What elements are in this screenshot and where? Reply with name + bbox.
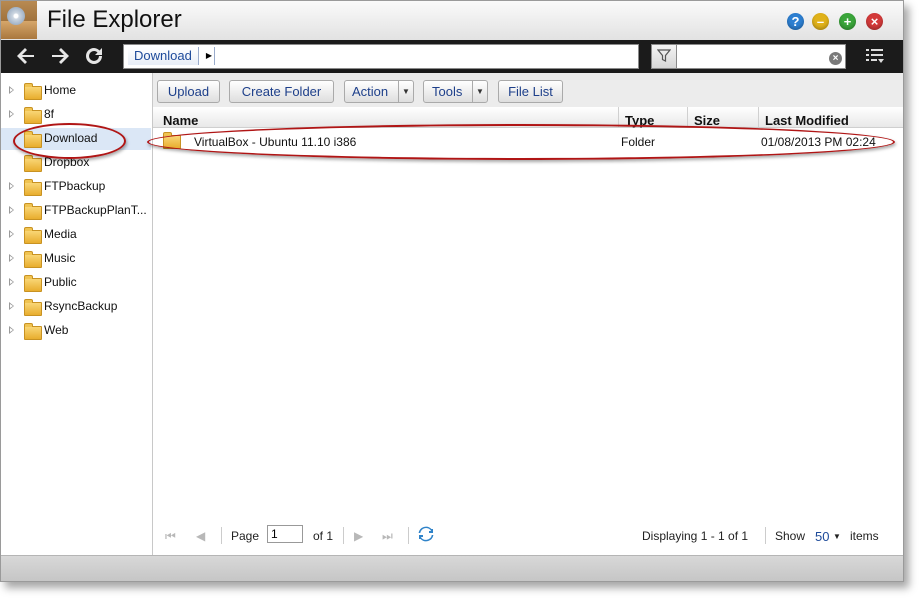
folder-icon — [24, 275, 42, 292]
displaying-status: Displaying 1 - 1 of 1 — [642, 529, 749, 543]
tree-item-home[interactable]: Home — [1, 80, 151, 102]
chevron-down-icon[interactable]: ▼ — [398, 81, 413, 102]
grid-header: Name Type Size Last Modified — [153, 107, 903, 128]
address-bar[interactable]: Download ▶ — [123, 44, 639, 69]
tools-menu-button[interactable]: Tools ▼ — [423, 80, 488, 103]
tree-item-media[interactable]: Media — [1, 224, 151, 246]
table-row[interactable]: VirtualBox - Ubuntu 11.10 i386 Folder 01… — [153, 129, 893, 153]
chevron-down-icon[interactable]: ▼ — [833, 532, 841, 541]
tree-item-web[interactable]: Web — [1, 320, 151, 342]
funnel-icon — [657, 49, 671, 62]
help-button[interactable]: ? — [787, 13, 804, 30]
tree-item-music[interactable]: Music — [1, 248, 151, 270]
folder-icon — [24, 131, 42, 148]
folder-icon — [24, 203, 42, 220]
app-logo-icon — [1, 1, 37, 39]
action-bar: Upload Create Folder Action ▼ Tools ▼ Fi… — [153, 73, 903, 107]
page-label: Page — [231, 529, 260, 543]
breadcrumb-arrow-icon[interactable]: ▶ — [204, 47, 215, 65]
tree-item-label: Web — [44, 323, 69, 337]
tree-item-dropbox[interactable]: Dropbox — [1, 152, 151, 174]
previous-page-icon[interactable]: ◀ — [196, 529, 205, 543]
last-page-icon[interactable]: ⏭ — [382, 529, 393, 544]
tree-item-label: RsyncBackup — [44, 299, 118, 313]
tree-item-label: 8f — [44, 107, 55, 121]
folder-icon — [24, 83, 42, 100]
page-count: of 1 — [313, 529, 334, 543]
row-type: Folder — [621, 135, 656, 149]
folder-icon — [24, 323, 42, 340]
folder-icon — [24, 155, 42, 172]
refresh-grid-icon[interactable] — [418, 526, 434, 542]
first-page-icon[interactable]: ⏮ — [165, 529, 176, 544]
items-label: items — [850, 529, 879, 543]
breadcrumb-download[interactable]: Download — [128, 47, 199, 65]
window-title: File Explorer — [47, 6, 182, 33]
tools-label: Tools — [432, 84, 463, 99]
column-last-modified[interactable]: Last Modified — [765, 113, 849, 128]
tree-item-rsyncbackup[interactable]: RsyncBackup — [1, 296, 151, 318]
next-page-icon[interactable]: ▶ — [354, 529, 363, 543]
folder-tree: Home 8f Download Dropbox FTPbackup FTPBa… — [1, 73, 153, 555]
expand-arrow-icon[interactable] — [9, 302, 14, 310]
forward-arrow-icon[interactable] — [47, 44, 73, 68]
tree-item-label: Music — [44, 251, 76, 265]
page-number-input[interactable]: 1 — [267, 525, 303, 543]
file-explorer-window: File Explorer ? – + × Download ▶ × Home … — [0, 0, 904, 582]
folder-icon — [24, 227, 42, 244]
expand-arrow-icon[interactable] — [9, 254, 14, 262]
tree-item-label: Media — [44, 227, 77, 241]
tree-item-label: Download — [44, 131, 98, 145]
folder-icon — [24, 251, 42, 268]
minimize-button[interactable]: – — [812, 13, 829, 30]
list-view-icon[interactable] — [865, 47, 885, 65]
expand-arrow-icon[interactable] — [9, 110, 14, 118]
tree-item-label: FTPbackup — [44, 179, 106, 193]
row-last-modified: 01/08/2013 PM 02:24 — [761, 135, 876, 149]
upload-button[interactable]: Upload — [157, 80, 220, 103]
expand-arrow-icon[interactable] — [9, 86, 14, 94]
expand-arrow-icon[interactable] — [9, 278, 14, 286]
column-type[interactable]: Type — [625, 113, 654, 128]
filter-button[interactable] — [651, 44, 677, 69]
row-name: VirtualBox - Ubuntu 11.10 i386 — [194, 135, 357, 149]
back-arrow-icon[interactable] — [13, 44, 39, 68]
clear-search-icon[interactable]: × — [829, 52, 842, 65]
tree-item-label: Home — [44, 83, 77, 97]
file-list-panel: Upload Create Folder Action ▼ Tools ▼ Fi… — [153, 73, 903, 555]
close-button[interactable]: × — [866, 13, 883, 30]
expand-arrow-icon[interactable] — [9, 182, 14, 190]
file-list-button[interactable]: File List — [498, 80, 563, 103]
folder-icon — [24, 299, 42, 316]
expand-arrow-icon[interactable] — [9, 206, 14, 214]
tree-item-8f[interactable]: 8f — [1, 104, 151, 126]
action-label: Action — [352, 84, 389, 99]
tree-item-label: FTPBackupPlanT... — [44, 203, 147, 217]
chevron-down-icon[interactable]: ▼ — [472, 81, 487, 102]
column-size[interactable]: Size — [694, 113, 720, 128]
action-menu-button[interactable]: Action ▼ — [344, 80, 414, 103]
tree-item-ftpbackup[interactable]: FTPbackup — [1, 176, 151, 198]
create-folder-button[interactable]: Create Folder — [229, 80, 334, 103]
tree-item-label: Public — [44, 275, 77, 289]
status-bar — [1, 555, 903, 581]
pagination-bar: ⏮ ◀ Page 1 of 1 ▶ ⏭ Displaying 1 - 1 of … — [153, 521, 903, 551]
expand-arrow-icon[interactable] — [9, 326, 14, 334]
tree-item-public[interactable]: Public — [1, 272, 151, 294]
title-bar: File Explorer ? – + × — [1, 1, 903, 40]
tree-item-label: Dropbox — [44, 155, 90, 169]
maximize-button[interactable]: + — [839, 13, 856, 30]
tree-item-download[interactable]: Download — [1, 128, 151, 150]
folder-icon — [163, 132, 181, 149]
column-name[interactable]: Name — [163, 113, 198, 128]
folder-icon — [24, 179, 42, 196]
per-page-select[interactable]: 50 — [815, 529, 829, 544]
tree-item-ftpbackupplan[interactable]: FTPBackupPlanT... — [1, 200, 151, 222]
navigation-toolbar: Download ▶ × — [1, 40, 903, 73]
search-input[interactable] — [677, 44, 846, 69]
expand-arrow-icon[interactable] — [9, 230, 14, 238]
folder-icon — [24, 107, 42, 124]
refresh-icon[interactable] — [81, 44, 107, 68]
show-label: Show — [775, 529, 806, 543]
